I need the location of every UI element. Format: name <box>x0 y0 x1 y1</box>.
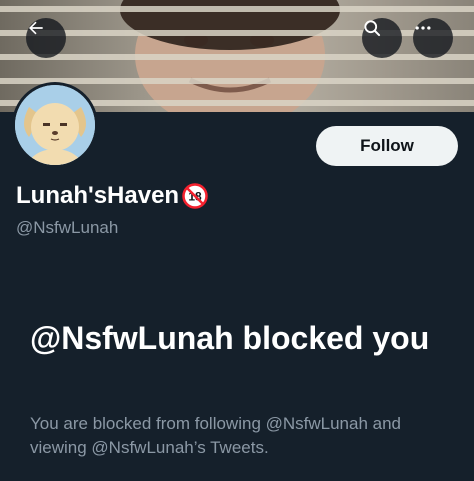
follow-button[interactable]: Follow <box>316 126 458 166</box>
display-name: Lunah'sHaven 18 <box>16 182 208 210</box>
blocked-title: @NsfwLunah blocked you <box>30 320 430 356</box>
back-button[interactable] <box>26 18 66 58</box>
avatar[interactable] <box>12 82 98 168</box>
search-icon <box>364 20 381 37</box>
display-name-text: Lunah'sHaven <box>16 182 180 209</box>
more-horizontal-icon <box>415 26 431 30</box>
arrow-left-icon <box>29 21 43 35</box>
more-options-button[interactable] <box>413 18 453 58</box>
adults-only-icon: 18 <box>182 183 208 209</box>
search-button[interactable] <box>362 18 402 58</box>
avatar-image <box>15 85 95 165</box>
blocked-description: You are blocked from following @NsfwLuna… <box>30 414 402 457</box>
user-handle: @NsfwLunah <box>16 218 119 237</box>
profile-page: Follow Lunah'sHaven 18 @NsfwLunah @NsfwL… <box>0 0 474 481</box>
